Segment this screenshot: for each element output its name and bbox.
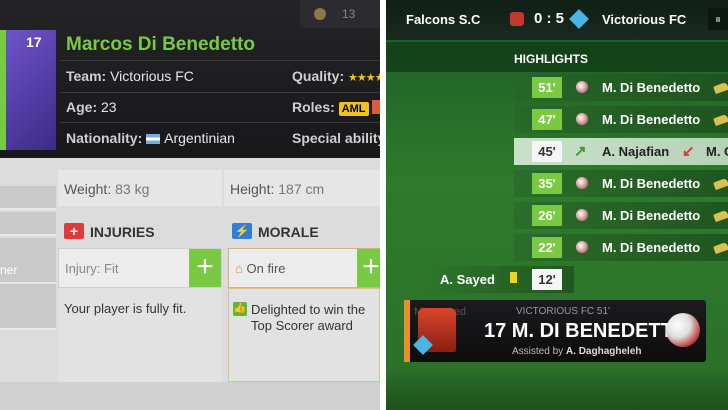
team-row: Team: Victorious FC <box>66 68 194 84</box>
weight-value: 83 kg <box>115 181 150 197</box>
highlight-row[interactable]: 47' M. Di Benedetto <box>514 106 728 133</box>
height-cell: Height: 187 cm <box>224 170 380 206</box>
event-minute: 47' <box>532 109 562 130</box>
role-badge: AML <box>338 102 369 116</box>
injury-status-field: Injury: Fit + <box>58 248 222 288</box>
age-value: 23 <box>101 99 117 115</box>
sidebar-tab[interactable] <box>0 306 56 330</box>
sub-in-arrow-icon: ↗ <box>574 143 587 160</box>
divider <box>60 60 380 61</box>
highlight-row[interactable]: 35' M. Di Benedetto <box>514 170 728 197</box>
roles-row: Roles: AML <box>292 99 380 116</box>
football-icon <box>666 313 700 347</box>
lightning-icon: ⚡ <box>232 223 252 239</box>
sidebar-tab[interactable] <box>0 284 56 308</box>
event-player: A. Najafian <box>602 144 670 159</box>
sidebar-tab[interactable] <box>0 212 56 236</box>
injury-cross-icon: + <box>64 223 84 239</box>
ball-icon <box>576 177 588 189</box>
home-team-name: Falcons S.C <box>406 12 481 27</box>
divider <box>60 122 380 123</box>
pitch-bottom <box>386 366 728 410</box>
event-minute: 51' <box>532 77 562 98</box>
match-highlights-panel: Falcons S.C 0 : 5 Victorious FC ⏸ HIGHLI… <box>386 0 728 410</box>
away-team-crest-icon <box>569 9 589 29</box>
sub-out-arrow-icon: ↙ <box>682 143 695 160</box>
weight-cell: Weight: 83 kg <box>58 170 222 206</box>
event-player: M. Di Benedetto <box>602 240 701 255</box>
popup-accent-bar <box>404 300 410 362</box>
event-player: M. Di Benedetto <box>602 208 701 223</box>
coin-count: 13 <box>342 7 356 21</box>
event-minute: 45' <box>532 141 562 162</box>
quality-stars-icon: ★★★★★ <box>348 72 380 84</box>
sidebar-tab[interactable]: ner <box>0 258 56 284</box>
injuries-title: INJURIES <box>90 224 155 240</box>
event-player: A. Sayed <box>440 272 495 287</box>
ball-icon <box>576 113 588 125</box>
player-number: 17 <box>26 34 42 50</box>
boot-icon <box>713 81 728 95</box>
ball-icon <box>576 81 588 93</box>
event-player: M. Di Benedetto <box>602 80 701 95</box>
thumbs-up-icon: 👍 <box>233 302 247 316</box>
score: 0 : 5 <box>534 10 565 27</box>
injury-add-button[interactable]: + <box>189 249 221 287</box>
boot-icon <box>713 113 728 127</box>
highlight-row[interactable]: 45' ↗ A. Najafian ↙ M. C <box>514 138 728 165</box>
event-minute: 22' <box>532 237 562 258</box>
morale-add-button[interactable]: + <box>357 249 380 287</box>
team-name: Victorious FC <box>110 68 194 84</box>
pause-button[interactable]: ⏸ <box>708 8 728 30</box>
age-row: Age: 23 <box>66 99 117 115</box>
goal-popup: M...started VICTORIOUS FC 51' 17 M. DI B… <box>404 300 706 362</box>
divider <box>60 92 380 93</box>
goal-scorer: 17 M. DI BENEDETTO <box>484 320 689 342</box>
highlight-row[interactable]: 26' M. Di Benedetto <box>514 202 728 229</box>
special-ability-row: Special ability <box>292 130 380 146</box>
highlights-header: HIGHLIGHTS <box>386 42 728 72</box>
player-name: Marcos Di Benedetto <box>66 34 255 55</box>
currency-strip: 13 <box>300 0 380 28</box>
boot-icon <box>713 209 728 223</box>
boot-icon <box>713 241 728 255</box>
team-minute: VICTORIOUS FC 51' <box>516 306 610 317</box>
highlight-row[interactable]: 22' M. Di Benedetto <box>514 234 728 261</box>
house-icon: ⌂ <box>235 261 243 276</box>
highlight-row[interactable]: 51' M. Di Benedetto <box>514 74 728 101</box>
quality-row: Quality: ★★★★★ <box>292 68 380 84</box>
split-divider <box>380 0 386 410</box>
sub-out-player: M. C <box>706 144 728 159</box>
nationality-row: Nationality: Argentinian <box>66 130 235 146</box>
ball-icon <box>576 241 588 253</box>
event-minute: 35' <box>532 173 562 194</box>
injury-message-box: Your player is fully fit. <box>58 288 222 382</box>
height-value: 187 cm <box>278 181 325 197</box>
morale-message-box: 👍 Delighted to win the Top Scorer award <box>228 288 380 382</box>
morale-status-field: ⌂ On fire + <box>228 248 380 288</box>
score-bar: Falcons S.C 0 : 5 Victorious FC ⏸ <box>386 0 728 40</box>
sidebar-tab[interactable] <box>0 186 56 210</box>
yellow-card-icon <box>510 272 517 283</box>
morale-title: MORALE <box>258 224 319 240</box>
event-minute: 26' <box>532 205 562 226</box>
event-player: M. Di Benedetto <box>602 176 701 191</box>
coin-icon <box>314 8 326 20</box>
argentina-flag-icon <box>146 134 161 144</box>
away-team-name: Victorious FC <box>602 12 687 27</box>
assist-player: A. Daghagheleh <box>565 346 642 357</box>
event-minute: 12' <box>532 269 562 290</box>
boot-icon <box>713 177 728 191</box>
home-team-crest-icon <box>510 12 524 26</box>
ball-icon <box>576 209 588 221</box>
highlights-title: HIGHLIGHTS <box>514 52 588 66</box>
card-event-row[interactable]: A. Sayed 12' <box>426 266 574 293</box>
nationality-value: Argentinian <box>164 130 235 146</box>
footer-bar <box>0 382 380 410</box>
event-player: M. Di Benedetto <box>602 112 701 127</box>
player-profile-panel: 13 17 Marcos Di Benedetto Team: Victorio… <box>0 0 380 410</box>
